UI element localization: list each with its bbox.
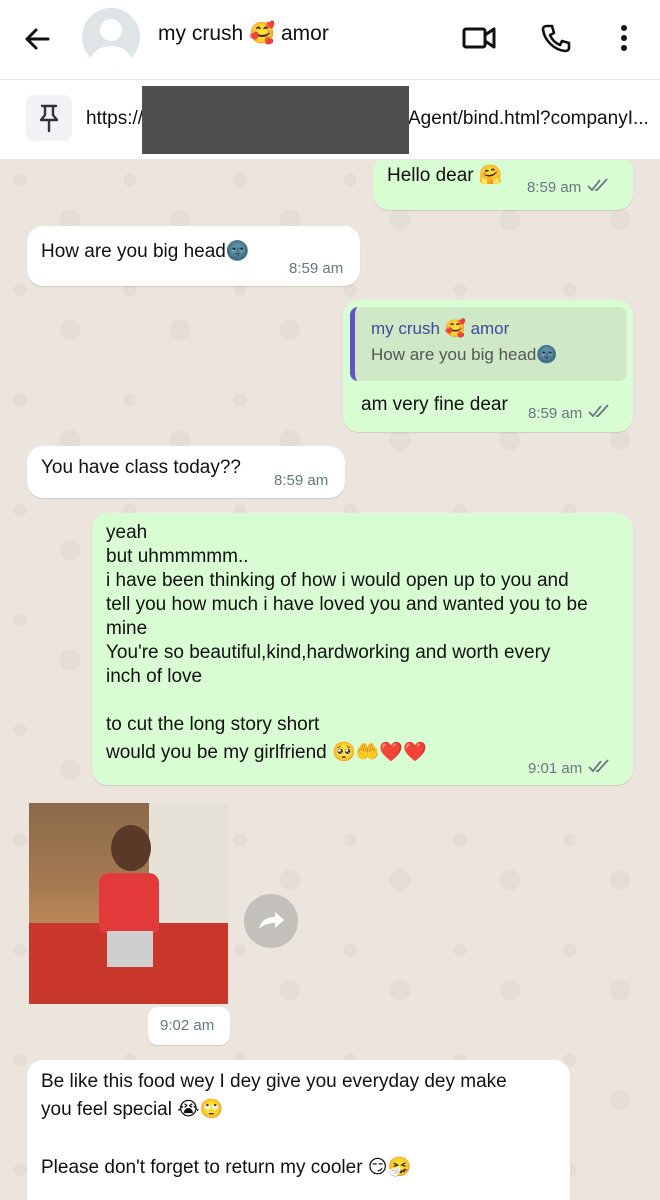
photo-time-badge: 9:02 am xyxy=(148,1007,230,1045)
shared-photo[interactable] xyxy=(29,803,228,1004)
pinned-url-end: Agent/bind.html?companyI... xyxy=(408,108,649,129)
message-bubble-incoming[interactable]: How are you big head🌚 8:59 am xyxy=(27,226,360,286)
message-bubble-incoming[interactable]: Be like this food wey I dey give you eve… xyxy=(27,1060,570,1200)
quoted-sender: my crush 🥰 amor xyxy=(371,319,510,338)
contact-name[interactable]: my crush 🥰 amor xyxy=(158,22,329,46)
message-text: How are you big head🌚 xyxy=(41,241,250,262)
message-line: you feel special 😭🙄 xyxy=(41,1099,224,1120)
pinned-url-start: https:// xyxy=(86,108,144,129)
message-meta: 9:01 am xyxy=(528,759,612,777)
message-line: to cut the long story short xyxy=(106,714,320,735)
message-line: yeah xyxy=(106,522,148,543)
phone-icon[interactable] xyxy=(536,18,576,58)
double-check-icon xyxy=(588,759,612,777)
message-line: but uhmmmmm.. xyxy=(106,546,249,567)
back-arrow-icon[interactable] xyxy=(18,20,56,58)
message-time: 9:01 am xyxy=(528,759,583,777)
message-line: tell you how much i have loved you and w… xyxy=(106,594,588,615)
redaction-block xyxy=(142,86,409,154)
message-time: 8:59 am xyxy=(528,404,583,422)
quoted-text: How are you big head🌚 xyxy=(371,345,558,364)
video-call-icon[interactable] xyxy=(459,18,499,58)
message-line: Be like this food wey I dey give you eve… xyxy=(41,1071,507,1092)
chat-header: my crush 🥰 amor xyxy=(0,0,660,80)
message-bubble-outgoing[interactable]: Hello dear 🤗 8:59 am xyxy=(373,160,633,210)
message-text: You have class today?? xyxy=(41,457,242,478)
message-bubble-outgoing[interactable]: yeah but uhmmmmm.. i have been thinking … xyxy=(92,513,633,785)
forward-icon[interactable] xyxy=(244,894,298,948)
message-line: i have been thinking of how i would open… xyxy=(106,570,569,591)
message-time: 8:59 am xyxy=(274,472,329,489)
quoted-reply[interactable]: my crush 🥰 amor How are you big head🌚 xyxy=(350,307,627,381)
chat-area[interactable]: Hello dear 🤗 8:59 am How are you big hea… xyxy=(0,160,660,1200)
pin-icon xyxy=(26,95,72,141)
message-line: would you be my girlfriend 🥺🤲❤️❤️ xyxy=(106,742,427,763)
more-options-icon[interactable] xyxy=(604,18,644,58)
message-meta: 8:59 am xyxy=(528,404,612,422)
message-line: inch of love xyxy=(106,666,203,687)
message-text: Hello dear 🤗 xyxy=(387,165,503,186)
message-meta: 8:59 am xyxy=(527,178,611,196)
double-check-icon xyxy=(587,178,611,196)
message-line: Please don't forget to return my cooler … xyxy=(41,1157,412,1178)
message-text: am very fine dear xyxy=(361,394,508,415)
avatar[interactable] xyxy=(82,8,140,66)
message-bubble-incoming[interactable]: You have class today?? 8:59 am xyxy=(27,446,345,498)
message-time: 8:59 am xyxy=(289,260,344,277)
message-line: mine xyxy=(106,618,148,639)
message-time: 9:02 am xyxy=(160,1017,215,1034)
message-line: You're so beautiful,kind,hardworking and… xyxy=(106,642,551,663)
message-time: 8:59 am xyxy=(527,178,582,196)
double-check-icon xyxy=(588,404,612,422)
